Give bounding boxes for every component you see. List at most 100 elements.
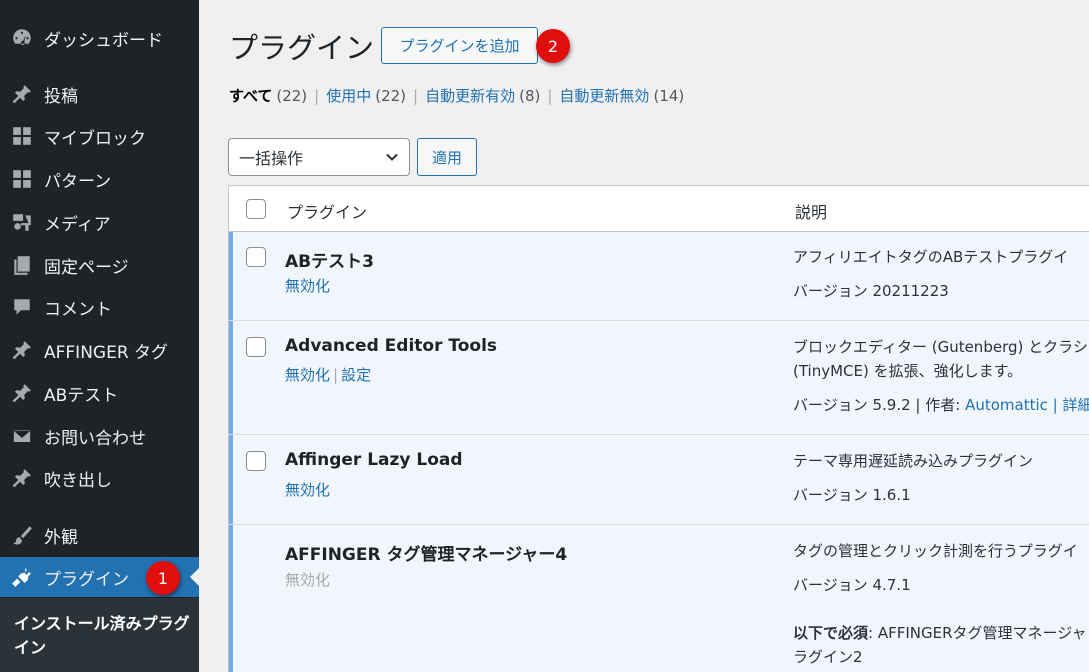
pages-icon — [10, 253, 34, 277]
sidebar-item-patterns[interactable]: パターン — [0, 159, 199, 199]
sidebar-item-media[interactable]: メディア — [0, 202, 199, 242]
sidebar-item-label: 固定ページ — [44, 257, 129, 278]
plugin-name: Affinger Lazy Load — [285, 450, 463, 470]
sidebar-item-label: プラグイン — [44, 569, 129, 590]
filter-separator: | — [314, 86, 320, 105]
sidebar-item-pages[interactable]: 固定ページ — [0, 245, 199, 285]
sidebar-item-label: マイブロック — [44, 128, 146, 149]
grid-icon — [10, 124, 34, 148]
sidebar-item-label: 吹き出し — [44, 470, 112, 491]
pin-icon — [10, 338, 34, 362]
row-actions: 無効化 — [285, 479, 330, 500]
plugin-version: バージョン 4.7.1 — [793, 576, 911, 594]
filter-active[interactable]: 使用中 — [326, 85, 371, 106]
row-actions: 無効化 — [285, 275, 330, 296]
sidebar-item-label: メディア — [44, 214, 111, 235]
active-indicator — [190, 568, 199, 586]
plugin-description: テーマ専用遅延読み込みプラグイン — [793, 452, 1034, 470]
plugin-name: ABテスト3 — [285, 252, 374, 272]
sidebar-item-balloon[interactable]: 吹き出し — [0, 458, 199, 498]
column-header-description: 説明 — [795, 203, 828, 222]
deactivate-link[interactable]: 無効化 — [285, 481, 330, 499]
bulk-action-select[interactable]: 一括操作 — [228, 138, 410, 176]
step-badge-2: 2 — [536, 29, 570, 63]
sidebar-item-myblocks[interactable]: マイブロック — [0, 116, 199, 156]
sidebar-item-label: コメント — [44, 299, 112, 320]
add-plugin-button[interactable]: プラグインを追加 — [381, 27, 538, 64]
grid-icon — [10, 167, 34, 191]
sidebar-item-label: ダッシュボード — [44, 30, 163, 51]
required-by-line2: ラグイン2 — [793, 648, 863, 666]
row-checkbox[interactable] — [246, 247, 266, 267]
plugins-table: プラグイン 説明 ABテスト3 無効化 アフィリエイトタグのABテストプラグイ … — [228, 185, 1089, 672]
table-row: Advanced Editor Tools 無効化 | 設定 ブロックエディター (… — [229, 321, 1089, 435]
deactivate-link[interactable]: 無効化 — [285, 277, 330, 295]
filter-all[interactable]: すべて — [229, 85, 272, 106]
plugin-description-line2: (TinyMCE) を拡張、強化します。 — [793, 362, 1023, 380]
deactivate-link[interactable]: 無効化 — [285, 366, 330, 384]
row-checkbox[interactable] — [246, 451, 266, 471]
sidebar-item-comments[interactable]: コメント — [0, 287, 199, 327]
pin-icon — [10, 466, 34, 490]
dashboard-icon — [10, 26, 34, 50]
table-header: プラグイン 説明 — [229, 186, 1089, 232]
sidebar-item-label: AFFINGER タグ — [44, 342, 169, 363]
sidebar-item-contact[interactable]: お問い合わせ — [0, 416, 199, 456]
media-icon — [10, 210, 34, 234]
apply-button[interactable]: 適用 — [417, 138, 477, 176]
plugin-name: Advanced Editor Tools — [285, 336, 498, 356]
table-row: AFFINGER タグ管理マネージャー4 無効化 タグの管理とクリック計測を行う… — [229, 525, 1089, 672]
filter-all-count: (22) — [276, 86, 308, 105]
sidebar-item-posts[interactable]: 投稿 — [0, 74, 199, 114]
chevron-down-icon — [386, 153, 398, 161]
bulk-action-value: 一括操作 — [239, 149, 304, 168]
row-actions: 無効化 — [285, 569, 330, 590]
sidebar-item-label: 投稿 — [44, 86, 78, 107]
pin-icon — [10, 381, 34, 405]
column-header-plugin[interactable]: プラグイン — [287, 199, 367, 223]
filter-separator: | — [413, 86, 419, 105]
action-separator: | — [333, 366, 339, 384]
mail-icon — [10, 424, 34, 448]
required-by-text: : AFFINGERタグ管理マネージャ — [868, 624, 1087, 642]
version-text: バージョン 5.9.2 | 作者: — [793, 396, 966, 414]
sidebar-item-label: パターン — [44, 171, 112, 192]
sidebar-item-label: 外観 — [44, 527, 78, 548]
admin-sidebar: ダッシュボード 投稿 マイブロック パターン メディア 固定ページ コメント A… — [0, 0, 199, 672]
sidebar-item-label: ABテスト — [44, 385, 119, 406]
sidebar-item-affinger-tag[interactable]: AFFINGER タグ — [0, 330, 199, 370]
filter-auto-update-enabled-count: (8) — [519, 86, 541, 105]
step-badge-1: 1 — [146, 561, 180, 595]
settings-link[interactable]: 設定 — [341, 366, 371, 384]
row-checkbox[interactable] — [246, 337, 266, 357]
table-row: ABテスト3 無効化 アフィリエイトタグのABテストプラグイ バージョン 202… — [229, 232, 1089, 321]
plugin-version: バージョン 1.6.1 — [793, 486, 911, 504]
submenu-item-installed-plugins[interactable]: インストール済みプラグイン — [14, 612, 194, 660]
filter-auto-update-disabled[interactable]: 自動更新無効 — [559, 85, 649, 106]
row-actions: 無効化 | 設定 — [285, 364, 371, 385]
sidebar-item-abtest[interactable]: ABテスト — [0, 373, 199, 413]
plugin-status-filters: すべて (22) | 使用中 (22) | 自動更新有効 (8) | 自動更新無… — [229, 85, 684, 106]
select-all-checkbox[interactable] — [246, 199, 266, 219]
plugins-submenu: インストール済みプラグイン — [0, 598, 199, 672]
details-link[interactable]: | 詳細 — [1048, 396, 1089, 414]
plugin-description: タグの管理とクリック計測を行うプラグイ — [793, 542, 1078, 560]
plugin-description: アフィリエイトタグのABテストプラグイ — [793, 248, 1069, 266]
comment-icon — [10, 295, 34, 319]
plugin-icon — [10, 565, 34, 589]
sidebar-item-appearance[interactable]: 外観 — [0, 515, 199, 555]
table-row: Affinger Lazy Load 無効化 テーマ専用遅延読み込みプラグイン … — [229, 435, 1089, 525]
filter-active-count: (22) — [375, 86, 407, 105]
sidebar-item-label: お問い合わせ — [44, 428, 146, 449]
deactivate-link-disabled: 無効化 — [285, 571, 331, 589]
page-title: プラグイン — [229, 31, 375, 65]
required-by-label: 以下で必須 — [793, 624, 869, 642]
pin-icon — [10, 82, 34, 106]
filter-auto-update-enabled[interactable]: 自動更新有効 — [425, 85, 515, 106]
sidebar-item-dashboard[interactable]: ダッシュボード — [0, 18, 199, 58]
plugin-name: AFFINGER タグ管理マネージャー4 — [285, 545, 568, 565]
filter-separator: | — [547, 86, 553, 105]
plugin-description: ブロックエディター (Gutenberg) とクラシ — [793, 338, 1088, 356]
author-link[interactable]: Automattic — [965, 396, 1048, 414]
filter-auto-update-disabled-count: (14) — [653, 86, 685, 105]
